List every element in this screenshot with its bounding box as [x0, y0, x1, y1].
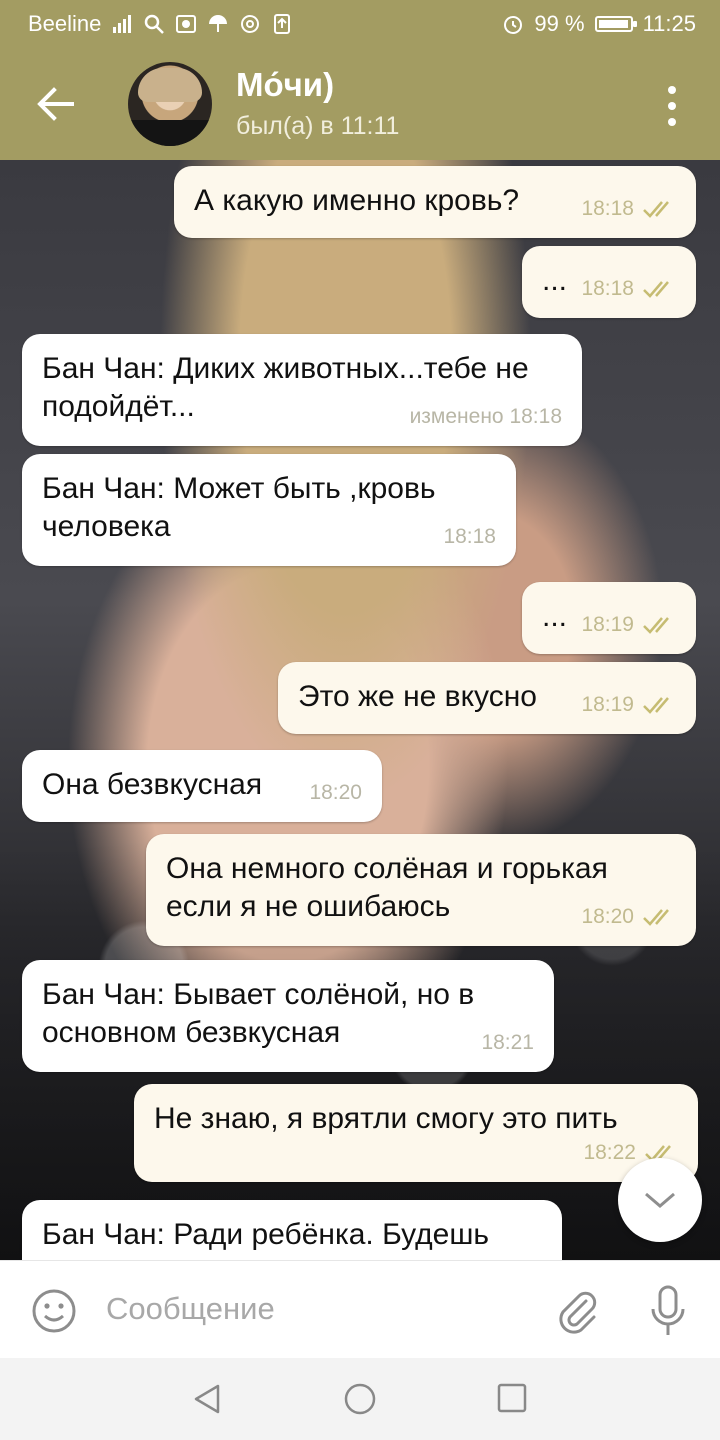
message-bubble[interactable]: Бан Чан: Ради ребёнка. Будешь	[22, 1200, 562, 1260]
message-bubble[interactable]: Она немного солёная и горькая если я не …	[146, 834, 696, 946]
microphone-icon[interactable]	[648, 1285, 688, 1337]
avatar[interactable]	[128, 62, 212, 146]
nav-home-icon[interactable]	[343, 1382, 377, 1416]
message-time: 18:21	[481, 1031, 534, 1054]
umbrella-icon	[209, 15, 228, 32]
message-bubble[interactable]: ... 18:18	[522, 246, 696, 318]
message-time: 18:19	[581, 693, 634, 716]
nav-back-icon[interactable]	[190, 1382, 224, 1416]
message-time: изменено 18:18	[409, 405, 562, 428]
message-bubble[interactable]: Это же не вкусно 18:19	[278, 662, 696, 734]
alarm-icon	[504, 16, 523, 34]
chevron-down-icon	[645, 1192, 675, 1208]
message-text: ...	[542, 264, 568, 297]
message-input[interactable]: Сообщение	[106, 1291, 275, 1327]
search-icon	[145, 14, 165, 34]
carrier-label: Beeline	[28, 11, 102, 36]
message-bubble[interactable]: Бан Чан: Бывает солёной, но в основном б…	[22, 960, 554, 1072]
read-ticks-icon	[643, 201, 669, 218]
message-time: 18:22	[583, 1141, 636, 1164]
message-time: 18:19	[581, 613, 634, 636]
read-ticks-icon	[643, 281, 669, 298]
system-nav-bar	[0, 1358, 720, 1440]
message-time: 18:20	[309, 781, 362, 804]
battery-icon	[594, 16, 637, 32]
message-text: Она немного солёная и горькая если я не …	[166, 852, 608, 923]
last-seen-status: был(а) в 11:11	[236, 112, 400, 140]
message-bubble[interactable]: Бан Чан: Диких животных...тебе не подойд…	[22, 334, 582, 446]
read-ticks-icon	[643, 909, 669, 926]
message-bubble[interactable]: Бан Чан: Может быть ,кровь человека 18:1…	[22, 454, 516, 566]
message-text: Бан Чан: Бывает солёной, но в основном б…	[42, 978, 475, 1049]
message-time: 18:18	[443, 525, 496, 548]
more-menu-icon[interactable]	[662, 86, 682, 126]
message-text: Бан Чан: Ради ребёнка. Будешь	[42, 1218, 490, 1251]
message-text: Она безвкусная	[42, 768, 263, 801]
message-bubble[interactable]: А какую именно кровь? 18:18	[174, 166, 696, 238]
message-text: ...	[542, 600, 568, 633]
message-text: А какую именно кровь?	[194, 184, 520, 217]
paperclip-icon[interactable]	[554, 1287, 600, 1335]
message-bubble[interactable]: ... 18:19	[522, 582, 696, 654]
status-bar: Beeline 99 % 11:25	[0, 0, 720, 48]
chat-header: Мо́чи) был(а) в 11:11	[0, 48, 720, 160]
message-bubble[interactable]: Не знаю, я врятли смогу это пить 18:22	[134, 1084, 698, 1182]
message-text: Бан Чан: Может быть ,кровь человека	[42, 472, 436, 543]
upload-icon	[274, 14, 291, 34]
emoji-icon[interactable]	[30, 1287, 78, 1335]
at-icon	[241, 15, 260, 33]
message-time: 18:18	[581, 277, 634, 300]
gallery-icon	[176, 15, 197, 33]
read-ticks-icon	[643, 697, 669, 714]
message-text: Это же не вкусно	[298, 680, 537, 713]
message-list[interactable]: А какую именно кровь? 18:18 ... 18:18 Ба…	[0, 160, 720, 1260]
message-bubble[interactable]: Она безвкусная 18:20	[22, 750, 382, 822]
nav-recent-icon[interactable]	[496, 1382, 528, 1414]
message-time: 18:18	[581, 197, 634, 220]
clock: 11:25	[642, 11, 696, 36]
chat-title[interactable]: Мо́чи)	[236, 66, 334, 104]
scroll-to-bottom-button[interactable]	[618, 1158, 702, 1242]
battery-percent: 99 %	[534, 11, 585, 36]
message-composer: Сообщение	[0, 1260, 720, 1359]
message-text: Не знаю, я врятли смогу это пить	[154, 1102, 618, 1135]
back-arrow-icon[interactable]	[34, 84, 78, 124]
message-time: 18:20	[581, 905, 634, 928]
read-ticks-icon	[643, 617, 669, 634]
signal-icon	[113, 15, 132, 33]
